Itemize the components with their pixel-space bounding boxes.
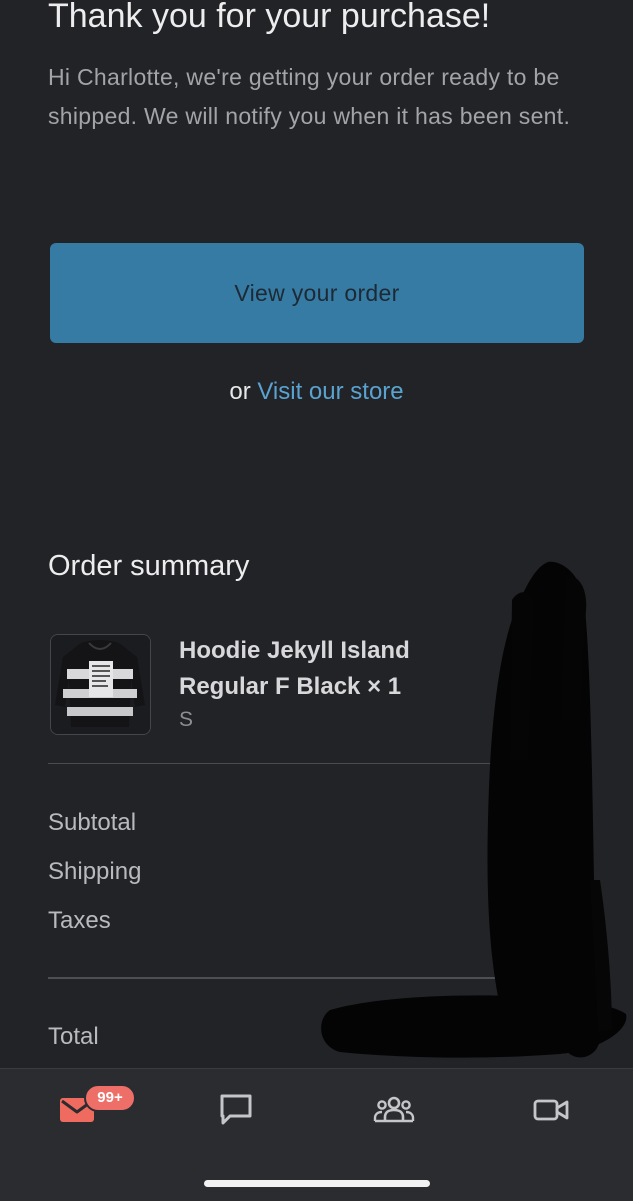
tab-people[interactable]: [364, 1085, 424, 1135]
bottom-tab-bar: 99+: [0, 1068, 633, 1201]
email-content: Thank you for your purchase! Hi Charlott…: [0, 0, 633, 1068]
chat-bubble-icon: [220, 1094, 252, 1125]
people-icon: [373, 1096, 415, 1123]
tab-chat[interactable]: [206, 1085, 266, 1135]
redaction-scribble: [321, 561, 627, 1058]
video-camera-icon: [533, 1099, 569, 1121]
mail-unread-badge: 99+: [84, 1084, 136, 1112]
tab-video[interactable]: [522, 1085, 582, 1135]
home-indicator: [204, 1180, 430, 1187]
